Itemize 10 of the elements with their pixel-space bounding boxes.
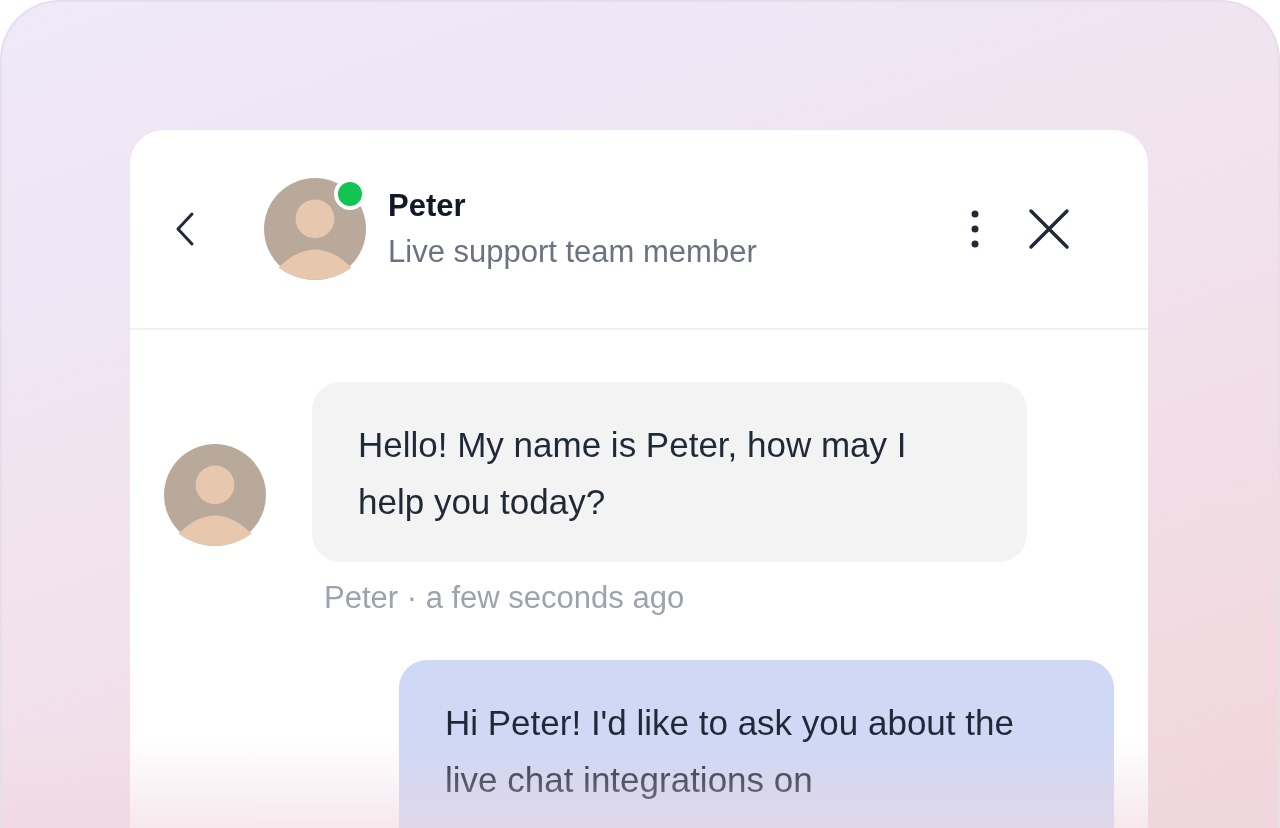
agent-message: Hello! My name is Peter, how may I help you today? [312, 382, 1027, 562]
kebab-menu-icon [970, 209, 980, 249]
avatar-icon [264, 178, 366, 280]
avatar-icon [164, 444, 266, 546]
agent-role: Live support team member [388, 234, 758, 270]
message-meta: Peter · a few seconds ago [324, 580, 686, 616]
agent-name: Peter [388, 188, 467, 224]
chevron-left-icon [174, 211, 196, 247]
close-icon [1028, 208, 1070, 250]
user-message: Hi Peter! I'd like to ask you about the live chat integrations on [399, 660, 1114, 828]
